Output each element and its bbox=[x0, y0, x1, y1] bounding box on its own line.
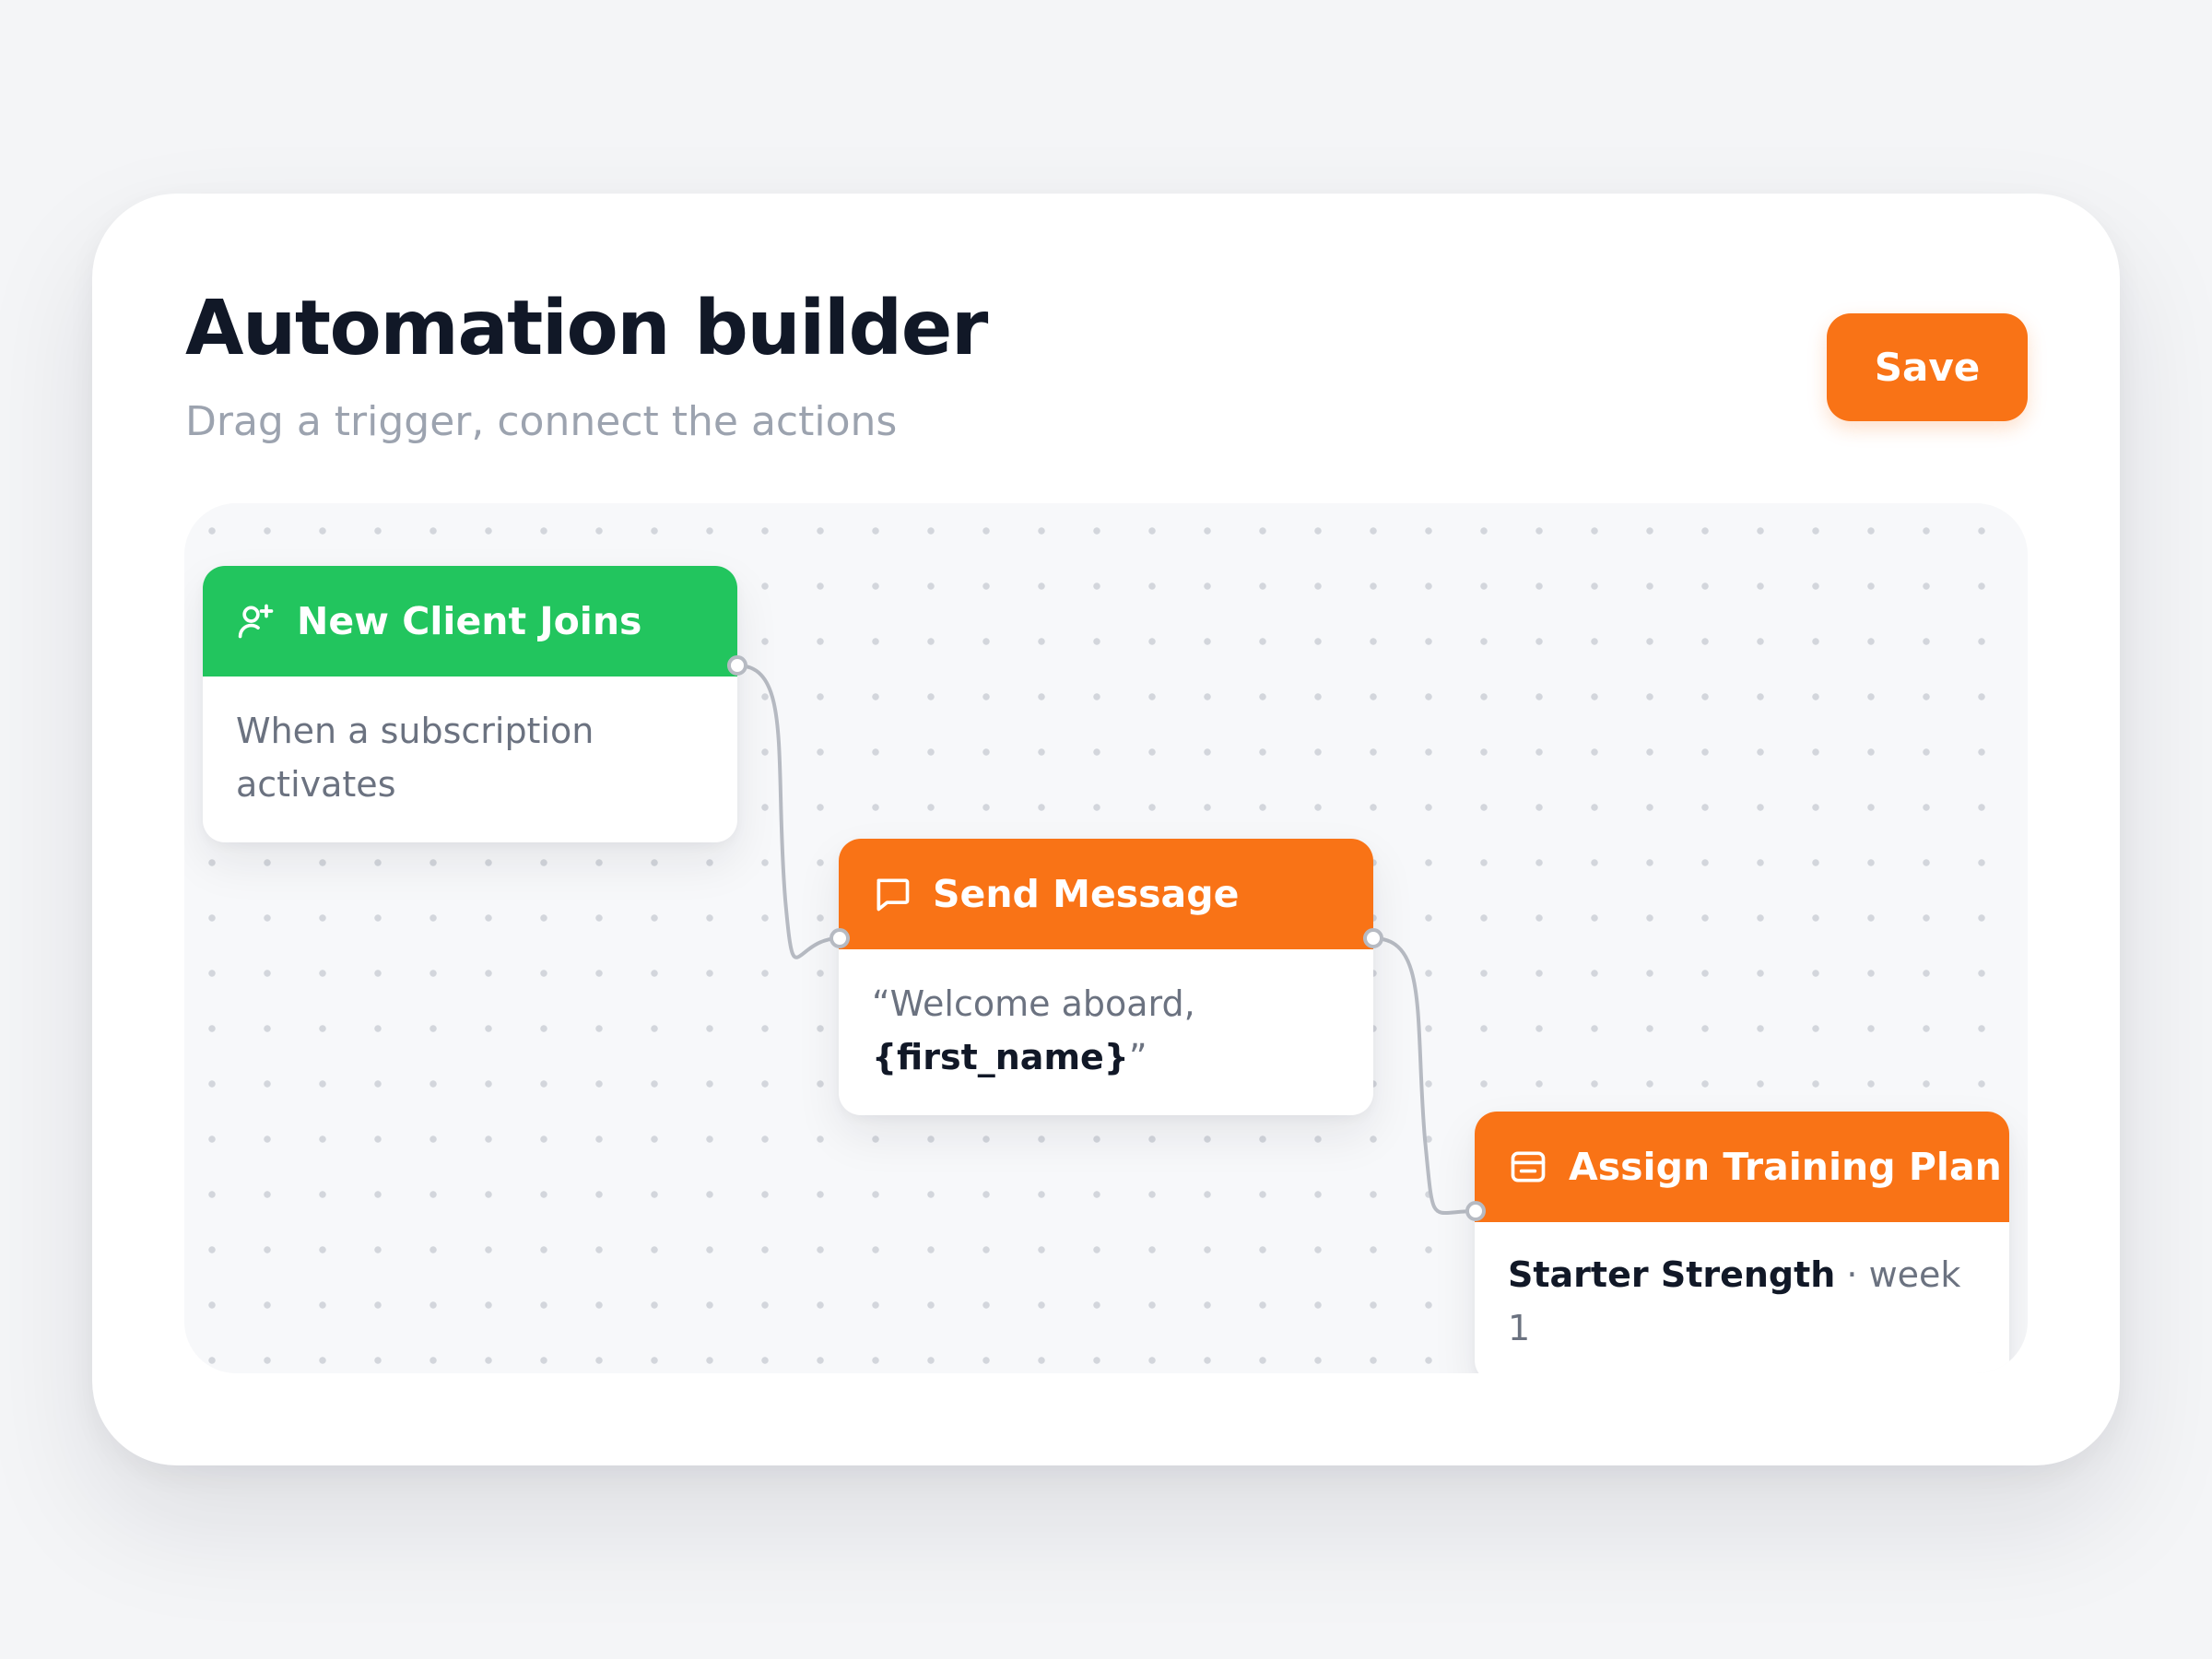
plan-node-body: Starter Strength · week 1 bbox=[1475, 1222, 2009, 1373]
message-variable-first-name: {first_name} bbox=[872, 1037, 1129, 1077]
plan-node-header: Assign Training Plan bbox=[1475, 1112, 2009, 1222]
message-output-port[interactable] bbox=[1363, 928, 1383, 948]
plan-icon bbox=[1508, 1147, 1548, 1187]
action-node-send-message[interactable]: Send Message “Welcome aboard, {first_nam… bbox=[839, 839, 1373, 1115]
trigger-node-new-client-joins[interactable]: New Client Joins When a subscription act… bbox=[203, 566, 737, 842]
action-node-assign-training-plan[interactable]: Assign Training Plan Starter Strength · … bbox=[1475, 1112, 2009, 1373]
trigger-node-header: New Client Joins bbox=[203, 566, 737, 677]
user-plus-icon bbox=[236, 601, 276, 641]
trigger-output-port[interactable] bbox=[727, 655, 747, 676]
plan-name: Starter Strength bbox=[1508, 1254, 1836, 1295]
workflow-canvas[interactable]: New Client Joins When a subscription act… bbox=[184, 503, 2028, 1373]
message-quote-close: ” bbox=[1128, 1037, 1147, 1077]
save-button[interactable]: Save bbox=[1827, 313, 2028, 421]
message-quote-open: “Welcome aboard, bbox=[872, 983, 1195, 1024]
message-node-body: “Welcome aboard, {first_name}” bbox=[839, 949, 1301, 1115]
plan-input-port[interactable] bbox=[1465, 1201, 1486, 1221]
plan-node-title: Assign Training Plan bbox=[1569, 1145, 2002, 1189]
message-node-header: Send Message bbox=[839, 839, 1373, 949]
trigger-node-description: When a subscription activates bbox=[236, 711, 594, 805]
message-input-port[interactable] bbox=[830, 928, 850, 948]
connector-message-to-plan bbox=[1372, 936, 1477, 1216]
message-icon bbox=[872, 874, 912, 914]
page-title: Automation builder bbox=[185, 285, 988, 372]
message-node-title: Send Message bbox=[933, 872, 1240, 916]
connector-trigger-to-message bbox=[736, 664, 841, 959]
page-subtitle: Drag a trigger, connect the actions bbox=[185, 398, 898, 445]
trigger-node-title: New Client Joins bbox=[297, 599, 642, 643]
